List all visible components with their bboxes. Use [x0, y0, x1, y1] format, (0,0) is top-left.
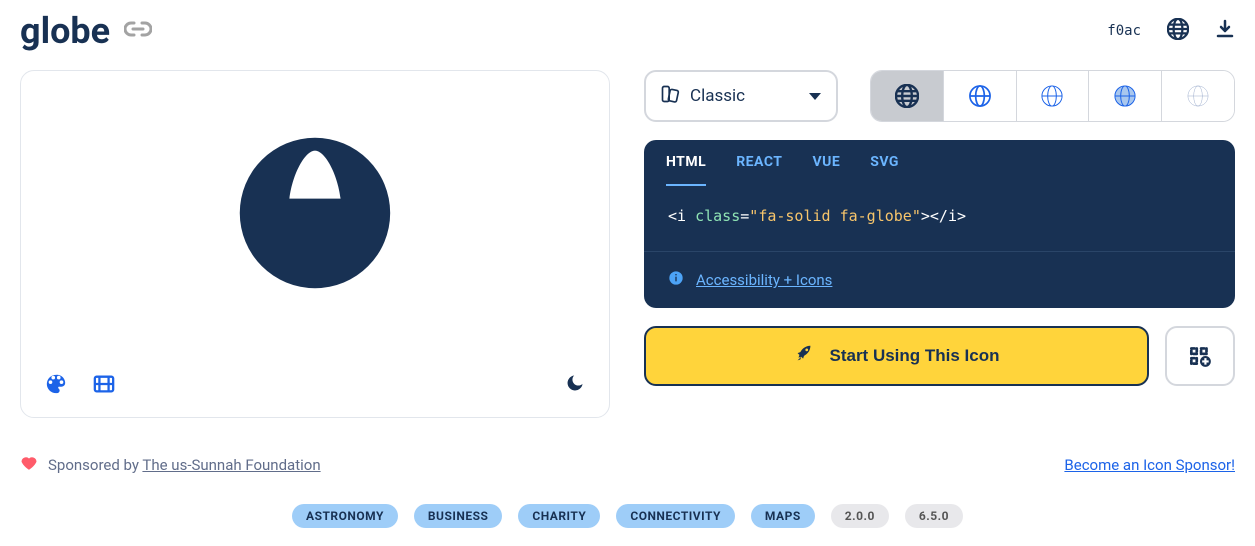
variant-light[interactable] — [1017, 71, 1090, 121]
sponsor-left: Sponsored by The us-Sunnah Foundation — [20, 454, 321, 476]
family-select-label: Classic — [690, 86, 798, 106]
cta-label: Start Using This Icon — [829, 346, 999, 366]
accessibility-link[interactable]: Accessibility + Icons — [696, 271, 832, 289]
tag-astronomy[interactable]: ASTRONOMY — [292, 504, 398, 528]
rocket-icon — [793, 343, 815, 370]
tag-version-200[interactable]: 2.0.0 — [831, 504, 889, 528]
become-sponsor-link[interactable]: Become an Icon Sponsor! — [1064, 456, 1235, 474]
variant-duotone[interactable] — [1089, 71, 1162, 121]
film-icon[interactable] — [93, 373, 115, 399]
tag-business[interactable]: BUSINESS — [414, 504, 502, 528]
code-tabs: HTML REACT VUE SVG — [644, 140, 1235, 184]
preview-area — [21, 71, 609, 359]
main-area: Classic — [20, 70, 1235, 418]
tag-connectivity[interactable]: CONNECTIVITY — [616, 504, 735, 528]
sponsor-row: Sponsored by The us-Sunnah Foundation Be… — [20, 454, 1235, 476]
palette-icon[interactable] — [45, 373, 67, 399]
code-snippet: <i class="fa-solid fa-globe"></i> — [668, 207, 966, 225]
code-body[interactable]: <i class="fa-solid fa-globe"></i> — [644, 184, 1235, 252]
style-variants — [870, 70, 1235, 122]
start-using-button[interactable]: Start Using This Icon — [644, 326, 1149, 386]
preview-panel — [20, 70, 610, 418]
header-right: f0ac — [1107, 18, 1235, 44]
tag-charity[interactable]: CHARITY — [518, 504, 600, 528]
preview-left-tools — [45, 373, 115, 399]
variant-solid[interactable] — [871, 71, 944, 121]
info-icon — [668, 270, 684, 290]
preview-toolbar — [21, 359, 609, 417]
tab-react[interactable]: REACT — [736, 154, 782, 172]
right-column: Classic — [644, 70, 1235, 386]
swatch-icon — [660, 84, 680, 108]
tags-row: ASTRONOMY BUSINESS CHARITY CONNECTIVITY … — [20, 504, 1235, 528]
unicode-value[interactable]: f0ac — [1107, 23, 1141, 39]
tab-html[interactable]: HTML — [666, 154, 706, 186]
sponsor-text: Sponsored by The us-Sunnah Foundation — [48, 456, 321, 474]
heart-icon — [20, 454, 38, 476]
globe-icon[interactable] — [1167, 18, 1189, 44]
variant-regular[interactable] — [944, 71, 1017, 121]
code-panel: HTML REACT VUE SVG <i class="fa-solid fa… — [644, 140, 1235, 308]
header-left: globe — [20, 10, 152, 52]
tag-version-650[interactable]: 6.5.0 — [905, 504, 963, 528]
page-header: globe f0ac — [20, 0, 1235, 70]
sponsor-link[interactable]: The us-Sunnah Foundation — [142, 456, 320, 474]
permalink-icon[interactable] — [124, 20, 152, 42]
tab-svg[interactable]: SVG — [870, 154, 899, 172]
cta-row: Start Using This Icon — [644, 326, 1235, 386]
add-to-collection-button[interactable] — [1165, 326, 1235, 386]
download-icon[interactable] — [1215, 19, 1235, 43]
tag-maps[interactable]: MAPS — [751, 504, 815, 528]
icon-title: globe — [20, 10, 110, 52]
tab-vue[interactable]: VUE — [812, 154, 840, 172]
preview-globe-icon — [235, 133, 395, 297]
family-select[interactable]: Classic — [644, 70, 838, 122]
moon-icon[interactable] — [565, 373, 585, 399]
variant-thin[interactable] — [1162, 71, 1234, 121]
code-footer: Accessibility + Icons — [644, 252, 1235, 308]
top-controls: Classic — [644, 70, 1235, 122]
caret-down-icon — [808, 87, 822, 106]
